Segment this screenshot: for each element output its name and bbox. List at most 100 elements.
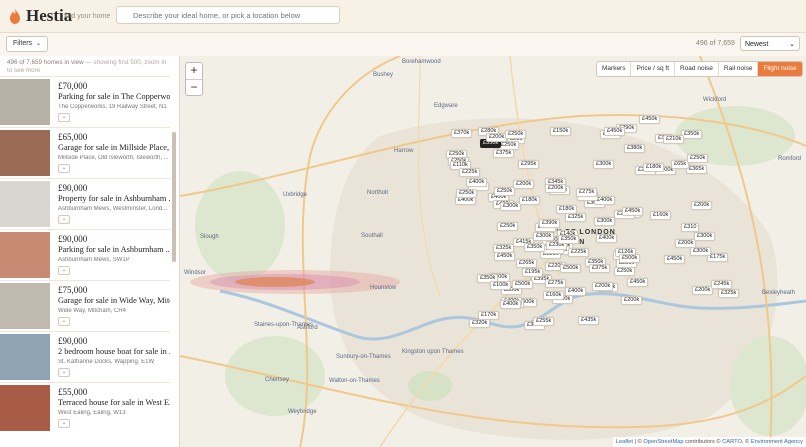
price-marker[interactable]: £300k [694, 232, 716, 241]
listing-photo[interactable] [0, 232, 50, 278]
price-marker[interactable]: £350k [681, 130, 703, 139]
chevron-down-icon[interactable]: ⌄ [58, 113, 70, 122]
price-marker[interactable]: £275k [576, 188, 598, 197]
price-marker[interactable]: £180k [643, 163, 665, 172]
price-marker[interactable]: £250k [456, 189, 478, 198]
price-marker[interactable]: £450k [627, 278, 649, 287]
price-marker[interactable]: £300k [533, 232, 555, 241]
price-marker[interactable]: £250k [494, 187, 516, 196]
chevron-down-icon[interactable]: ⌄ [58, 419, 70, 428]
price-marker[interactable]: £450k [494, 252, 516, 261]
environment-agency-link[interactable]: Environment Agency [751, 439, 803, 445]
price-marker[interactable]: £320k [469, 319, 491, 328]
price-marker[interactable]: £225k [568, 248, 590, 257]
layer-button-rail-noise[interactable]: Rail noise [718, 62, 759, 76]
listing-title[interactable]: Parking for sale in The Copperworks... [58, 92, 170, 101]
search-input[interactable] [116, 6, 340, 24]
layer-button-road-noise[interactable]: Road noise [675, 62, 719, 76]
price-marker[interactable]: £250k [614, 267, 636, 276]
sort-select[interactable]: Newest ⌄ [740, 36, 800, 51]
listing-card[interactable]: £75,000 Garage for sale in Wide Way, Mitc… [0, 280, 170, 330]
price-marker[interactable]: £200k [545, 184, 567, 193]
price-marker[interactable]: £500k [619, 254, 641, 263]
price-marker[interactable]: £435k [578, 316, 600, 325]
price-marker[interactable]: £300k [593, 160, 615, 169]
price-marker[interactable]: £500k [512, 280, 534, 289]
price-marker[interactable]: £180k [519, 196, 541, 205]
sidebar-scrollbar[interactable] [172, 132, 176, 262]
price-marker[interactable]: £400k [466, 178, 488, 187]
price-marker[interactable]: £275k [545, 279, 567, 288]
osm-link[interactable]: OpenStreetMap [643, 439, 683, 445]
price-marker[interactable]: £450k [664, 255, 686, 264]
price-marker[interactable]: £450k [622, 207, 644, 216]
listing-title[interactable]: Garage for sale in Wide Way, Mitc... [58, 296, 170, 305]
price-marker[interactable]: £400k [500, 300, 522, 309]
price-marker[interactable]: £375k [493, 149, 515, 158]
price-marker[interactable]: £160k [650, 211, 672, 220]
price-marker[interactable]: £375k [589, 264, 611, 273]
price-marker[interactable]: £250k [497, 222, 519, 231]
listing-photo[interactable] [0, 385, 50, 431]
price-marker[interactable]: £325k [718, 289, 740, 298]
listing-title[interactable]: Property for sale in Ashburnham ... [58, 194, 170, 203]
price-marker[interactable]: £350k [524, 243, 546, 252]
listing-photo[interactable] [0, 79, 50, 125]
price-marker[interactable]: £150k [550, 127, 572, 136]
price-marker[interactable]: £295k [518, 160, 540, 169]
price-marker[interactable]: £245k [711, 280, 733, 289]
price-marker[interactable]: £250k [505, 130, 527, 139]
price-marker[interactable]: £365k [686, 165, 708, 174]
chevron-down-icon[interactable]: ⌄ [58, 317, 70, 326]
zoom-out-button[interactable]: − [186, 80, 202, 96]
price-marker[interactable]: £300k [594, 217, 616, 226]
price-marker[interactable]: £265k [516, 259, 538, 268]
filters-button[interactable]: Filters ⌄ [6, 36, 49, 52]
price-marker[interactable]: £200k [691, 201, 713, 210]
listing-title[interactable]: Parking for sale in Ashburnham ... [58, 245, 170, 254]
listing-card[interactable]: £55,000 Terraced house for sale in West E… [0, 382, 170, 432]
price-marker[interactable]: £450k [604, 127, 626, 136]
price-marker[interactable]: £400k [565, 287, 587, 296]
price-marker[interactable]: £325k [565, 213, 587, 222]
price-marker[interactable]: £300k [690, 247, 712, 256]
price-marker[interactable]: £200k [621, 296, 643, 305]
listing-card[interactable]: £65,000 Garage for sale in Millside Place… [0, 127, 170, 177]
leaflet-link[interactable]: Leaflet [616, 439, 633, 445]
listing-photo[interactable] [0, 334, 50, 380]
listing-title[interactable]: Garage for sale in Millside Place, ... [58, 143, 170, 152]
price-marker[interactable]: £400k [596, 234, 618, 243]
layer-button-price-sq-ft[interactable]: Price / sq ft [631, 62, 675, 76]
price-marker[interactable]: £350k [558, 235, 580, 244]
price-marker[interactable]: £255k [533, 317, 555, 326]
listing-card[interactable]: £90,000 Parking for sale in Ashburnham ..… [0, 229, 170, 279]
price-marker[interactable]: £100k [490, 281, 512, 290]
price-marker[interactable]: £380k [624, 144, 646, 153]
listing-card[interactable]: £90,000 Property for sale in Ashburnham .… [0, 178, 170, 228]
price-marker[interactable]: £450k [639, 115, 661, 124]
zoom-in-button[interactable]: + [186, 63, 202, 80]
listing-photo[interactable] [0, 283, 50, 329]
layer-button-flight-noise[interactable]: Flight noise [758, 62, 802, 76]
chevron-down-icon[interactable]: ⌄ [58, 215, 70, 224]
chevron-down-icon[interactable]: ⌄ [58, 266, 70, 275]
price-marker[interactable]: £200k [592, 282, 614, 291]
carto-link[interactable]: CARTO [722, 439, 742, 445]
listing-card[interactable]: £90,000 2 bedroom house boat for sale in … [0, 331, 170, 381]
price-marker[interactable]: £160k [543, 291, 565, 300]
listing-photo[interactable] [0, 181, 50, 227]
chevron-down-icon[interactable]: ⌄ [58, 368, 70, 377]
price-marker[interactable]: £250k [687, 154, 709, 163]
listing-title[interactable]: 2 bedroom house boat for sale in ... [58, 347, 170, 356]
price-marker[interactable]: £390k [539, 219, 561, 228]
price-marker[interactable]: £370k [451, 129, 473, 138]
listing-title[interactable]: Terraced house for sale in West E... [58, 398, 170, 407]
price-marker[interactable]: £225k [459, 168, 481, 177]
price-marker[interactable]: £500k [560, 264, 582, 273]
price-marker[interactable]: £195k [522, 268, 544, 277]
price-marker[interactable]: £310 [681, 223, 700, 232]
layer-button-markers[interactable]: Markers [597, 62, 632, 76]
listing-photo[interactable] [0, 130, 50, 176]
price-marker[interactable]: £200k [513, 180, 535, 189]
price-marker[interactable]: £210k [663, 135, 685, 144]
